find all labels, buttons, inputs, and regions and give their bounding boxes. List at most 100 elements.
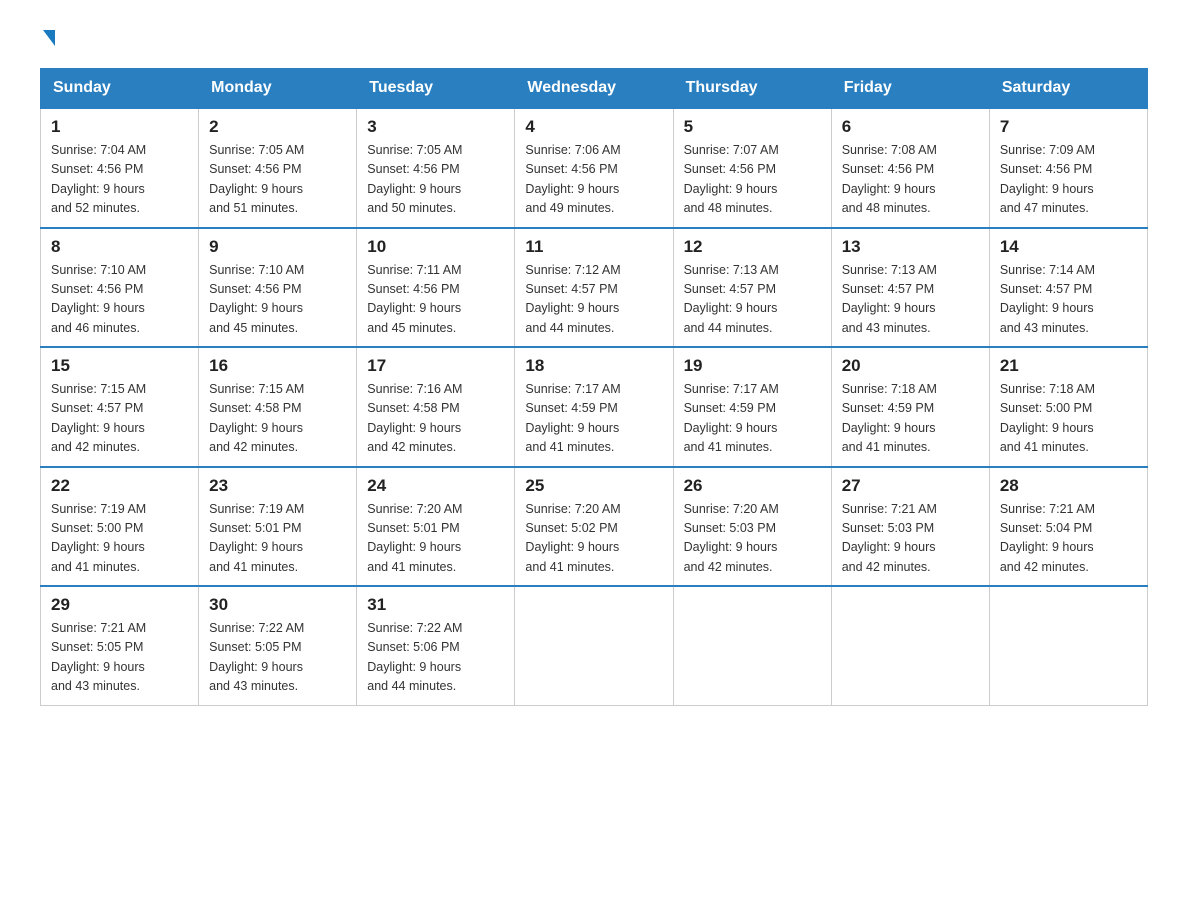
calendar-cell: 2 Sunrise: 7:05 AM Sunset: 4:56 PM Dayli…	[199, 108, 357, 228]
weekday-header-wednesday: Wednesday	[515, 69, 673, 109]
day-info: Sunrise: 7:21 AM Sunset: 5:03 PM Dayligh…	[842, 500, 979, 578]
day-info: Sunrise: 7:18 AM Sunset: 4:59 PM Dayligh…	[842, 380, 979, 458]
calendar-cell: 20 Sunrise: 7:18 AM Sunset: 4:59 PM Dayl…	[831, 347, 989, 467]
day-info: Sunrise: 7:19 AM Sunset: 5:01 PM Dayligh…	[209, 500, 346, 578]
calendar-cell: 11 Sunrise: 7:12 AM Sunset: 4:57 PM Dayl…	[515, 228, 673, 348]
weekday-header-thursday: Thursday	[673, 69, 831, 109]
day-number: 30	[209, 595, 346, 615]
calendar-cell: 6 Sunrise: 7:08 AM Sunset: 4:56 PM Dayli…	[831, 108, 989, 228]
weekday-header-friday: Friday	[831, 69, 989, 109]
day-info: Sunrise: 7:08 AM Sunset: 4:56 PM Dayligh…	[842, 141, 979, 219]
day-info: Sunrise: 7:17 AM Sunset: 4:59 PM Dayligh…	[684, 380, 821, 458]
calendar-cell: 12 Sunrise: 7:13 AM Sunset: 4:57 PM Dayl…	[673, 228, 831, 348]
day-info: Sunrise: 7:06 AM Sunset: 4:56 PM Dayligh…	[525, 141, 662, 219]
day-info: Sunrise: 7:20 AM Sunset: 5:02 PM Dayligh…	[525, 500, 662, 578]
calendar-cell: 29 Sunrise: 7:21 AM Sunset: 5:05 PM Dayl…	[41, 586, 199, 705]
day-info: Sunrise: 7:14 AM Sunset: 4:57 PM Dayligh…	[1000, 261, 1137, 339]
day-number: 1	[51, 117, 188, 137]
day-info: Sunrise: 7:22 AM Sunset: 5:05 PM Dayligh…	[209, 619, 346, 697]
calendar-week-row: 29 Sunrise: 7:21 AM Sunset: 5:05 PM Dayl…	[41, 586, 1148, 705]
day-info: Sunrise: 7:13 AM Sunset: 4:57 PM Dayligh…	[842, 261, 979, 339]
day-number: 28	[1000, 476, 1137, 496]
calendar-cell	[989, 586, 1147, 705]
calendar-cell: 14 Sunrise: 7:14 AM Sunset: 4:57 PM Dayl…	[989, 228, 1147, 348]
weekday-header-monday: Monday	[199, 69, 357, 109]
calendar-cell: 28 Sunrise: 7:21 AM Sunset: 5:04 PM Dayl…	[989, 467, 1147, 587]
day-number: 21	[1000, 356, 1137, 376]
day-number: 17	[367, 356, 504, 376]
calendar-cell: 4 Sunrise: 7:06 AM Sunset: 4:56 PM Dayli…	[515, 108, 673, 228]
calendar-cell: 16 Sunrise: 7:15 AM Sunset: 4:58 PM Dayl…	[199, 347, 357, 467]
day-number: 27	[842, 476, 979, 496]
day-info: Sunrise: 7:22 AM Sunset: 5:06 PM Dayligh…	[367, 619, 504, 697]
weekday-header-sunday: Sunday	[41, 69, 199, 109]
day-info: Sunrise: 7:10 AM Sunset: 4:56 PM Dayligh…	[209, 261, 346, 339]
day-number: 16	[209, 356, 346, 376]
calendar-cell: 18 Sunrise: 7:17 AM Sunset: 4:59 PM Dayl…	[515, 347, 673, 467]
calendar-week-row: 15 Sunrise: 7:15 AM Sunset: 4:57 PM Dayl…	[41, 347, 1148, 467]
calendar-body: 1 Sunrise: 7:04 AM Sunset: 4:56 PM Dayli…	[41, 108, 1148, 705]
calendar-cell: 19 Sunrise: 7:17 AM Sunset: 4:59 PM Dayl…	[673, 347, 831, 467]
calendar-cell: 21 Sunrise: 7:18 AM Sunset: 5:00 PM Dayl…	[989, 347, 1147, 467]
day-info: Sunrise: 7:15 AM Sunset: 4:57 PM Dayligh…	[51, 380, 188, 458]
calendar-cell: 27 Sunrise: 7:21 AM Sunset: 5:03 PM Dayl…	[831, 467, 989, 587]
day-number: 26	[684, 476, 821, 496]
day-number: 9	[209, 237, 346, 257]
calendar-cell: 10 Sunrise: 7:11 AM Sunset: 4:56 PM Dayl…	[357, 228, 515, 348]
day-info: Sunrise: 7:05 AM Sunset: 4:56 PM Dayligh…	[367, 141, 504, 219]
day-number: 14	[1000, 237, 1137, 257]
day-info: Sunrise: 7:16 AM Sunset: 4:58 PM Dayligh…	[367, 380, 504, 458]
day-number: 12	[684, 237, 821, 257]
day-number: 5	[684, 117, 821, 137]
day-number: 22	[51, 476, 188, 496]
calendar-cell	[831, 586, 989, 705]
day-number: 11	[525, 237, 662, 257]
calendar-cell: 3 Sunrise: 7:05 AM Sunset: 4:56 PM Dayli…	[357, 108, 515, 228]
calendar-cell: 15 Sunrise: 7:15 AM Sunset: 4:57 PM Dayl…	[41, 347, 199, 467]
logo-triangle-icon	[43, 30, 55, 46]
calendar-week-row: 8 Sunrise: 7:10 AM Sunset: 4:56 PM Dayli…	[41, 228, 1148, 348]
day-info: Sunrise: 7:17 AM Sunset: 4:59 PM Dayligh…	[525, 380, 662, 458]
day-number: 8	[51, 237, 188, 257]
day-number: 23	[209, 476, 346, 496]
calendar-cell: 25 Sunrise: 7:20 AM Sunset: 5:02 PM Dayl…	[515, 467, 673, 587]
logo	[40, 30, 55, 48]
day-number: 10	[367, 237, 504, 257]
day-info: Sunrise: 7:11 AM Sunset: 4:56 PM Dayligh…	[367, 261, 504, 339]
weekday-header-tuesday: Tuesday	[357, 69, 515, 109]
day-number: 18	[525, 356, 662, 376]
day-number: 29	[51, 595, 188, 615]
day-info: Sunrise: 7:18 AM Sunset: 5:00 PM Dayligh…	[1000, 380, 1137, 458]
day-info: Sunrise: 7:19 AM Sunset: 5:00 PM Dayligh…	[51, 500, 188, 578]
calendar-week-row: 22 Sunrise: 7:19 AM Sunset: 5:00 PM Dayl…	[41, 467, 1148, 587]
day-info: Sunrise: 7:15 AM Sunset: 4:58 PM Dayligh…	[209, 380, 346, 458]
calendar-week-row: 1 Sunrise: 7:04 AM Sunset: 4:56 PM Dayli…	[41, 108, 1148, 228]
calendar-cell: 31 Sunrise: 7:22 AM Sunset: 5:06 PM Dayl…	[357, 586, 515, 705]
calendar-cell: 26 Sunrise: 7:20 AM Sunset: 5:03 PM Dayl…	[673, 467, 831, 587]
day-info: Sunrise: 7:10 AM Sunset: 4:56 PM Dayligh…	[51, 261, 188, 339]
weekday-header-row: SundayMondayTuesdayWednesdayThursdayFrid…	[41, 69, 1148, 109]
day-number: 19	[684, 356, 821, 376]
day-info: Sunrise: 7:21 AM Sunset: 5:05 PM Dayligh…	[51, 619, 188, 697]
day-number: 6	[842, 117, 979, 137]
day-info: Sunrise: 7:20 AM Sunset: 5:01 PM Dayligh…	[367, 500, 504, 578]
day-info: Sunrise: 7:13 AM Sunset: 4:57 PM Dayligh…	[684, 261, 821, 339]
day-number: 25	[525, 476, 662, 496]
day-number: 2	[209, 117, 346, 137]
calendar-cell: 13 Sunrise: 7:13 AM Sunset: 4:57 PM Dayl…	[831, 228, 989, 348]
calendar-cell: 17 Sunrise: 7:16 AM Sunset: 4:58 PM Dayl…	[357, 347, 515, 467]
day-number: 20	[842, 356, 979, 376]
day-number: 7	[1000, 117, 1137, 137]
calendar-cell: 24 Sunrise: 7:20 AM Sunset: 5:01 PM Dayl…	[357, 467, 515, 587]
calendar-table: SundayMondayTuesdayWednesdayThursdayFrid…	[40, 68, 1148, 706]
calendar-cell	[515, 586, 673, 705]
day-number: 15	[51, 356, 188, 376]
day-number: 3	[367, 117, 504, 137]
calendar-cell: 30 Sunrise: 7:22 AM Sunset: 5:05 PM Dayl…	[199, 586, 357, 705]
header	[40, 30, 1148, 48]
day-info: Sunrise: 7:12 AM Sunset: 4:57 PM Dayligh…	[525, 261, 662, 339]
calendar-cell: 23 Sunrise: 7:19 AM Sunset: 5:01 PM Dayl…	[199, 467, 357, 587]
calendar-cell	[673, 586, 831, 705]
calendar-cell: 1 Sunrise: 7:04 AM Sunset: 4:56 PM Dayli…	[41, 108, 199, 228]
day-number: 31	[367, 595, 504, 615]
